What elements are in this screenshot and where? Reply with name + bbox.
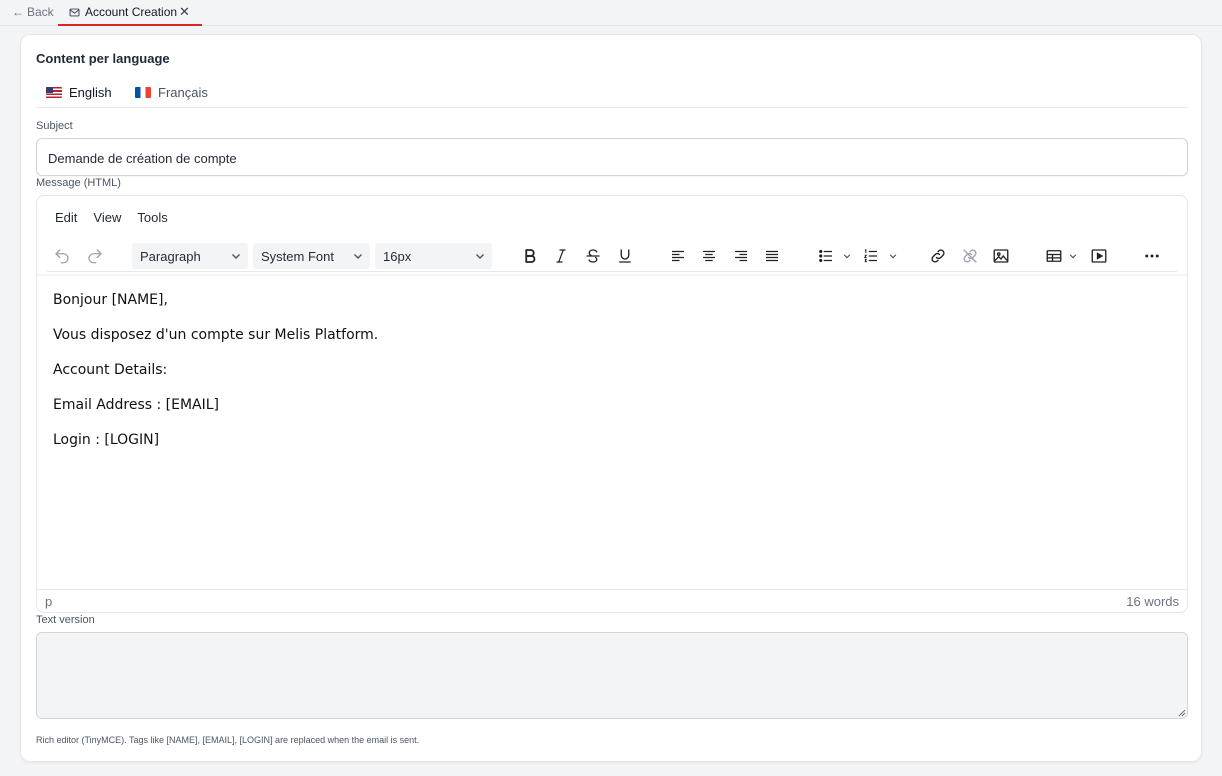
menu-edit[interactable]: Edit (55, 210, 77, 225)
align-left-icon[interactable] (667, 245, 689, 267)
link-icon[interactable] (927, 245, 949, 267)
align-right-icon[interactable] (730, 245, 752, 267)
chevron-down-icon (232, 254, 240, 259)
content-paragraph: Account Details: (53, 362, 168, 378)
font-family-value: System Font (261, 248, 334, 264)
table-icon[interactable] (1043, 245, 1065, 267)
content-paragraph: Bonjour [NAME], (53, 292, 168, 308)
language-tabs: English Français (36, 81, 1188, 108)
text-version-label: Text version (36, 614, 95, 626)
editor-statusbar: p 16 words (37, 589, 1187, 612)
align-justify-icon[interactable] (761, 245, 783, 267)
rich-text-editor: Edit View Tools Paragraph System Font 16… (36, 195, 1188, 613)
chevron-down-icon[interactable] (842, 251, 852, 261)
more-icon[interactable] (1141, 245, 1163, 267)
content-paragraph: Email Address : [EMAIL] (53, 397, 220, 413)
image-icon[interactable] (990, 245, 1012, 267)
menu-tools[interactable]: Tools (137, 210, 167, 225)
subject-label: Subject (36, 120, 73, 132)
underline-icon[interactable] (614, 245, 636, 267)
subject-input[interactable]: Demande de création de compte (36, 138, 1188, 176)
block-format-value: Paragraph (140, 248, 201, 264)
media-icon[interactable] (1088, 245, 1110, 267)
text-version-textarea[interactable] (36, 632, 1188, 719)
chevron-down-icon[interactable] (1068, 251, 1078, 261)
italic-icon[interactable] (550, 245, 572, 267)
numbered-list-icon[interactable] (860, 245, 882, 267)
message-label: Message (HTML) (36, 177, 121, 189)
section-title: Content per language (36, 51, 170, 66)
editor-content[interactable]: Bonjour [NAME], Vous disposez d'un compt… (53, 292, 378, 467)
fr-flag-icon (135, 87, 151, 98)
language-label: Français (158, 85, 208, 100)
font-size-select[interactable]: 16px (375, 243, 492, 269)
tab-english[interactable]: English (46, 85, 112, 100)
bold-icon[interactable] (519, 245, 541, 267)
language-label: English (69, 85, 112, 100)
mail-icon (69, 8, 80, 16)
tab-bar: ← Back Account Creation ✕ (0, 0, 1222, 26)
resize-handle-icon[interactable] (1178, 709, 1186, 717)
content-paragraph: Login : [LOGIN] (53, 432, 160, 448)
chevron-down-icon[interactable] (888, 251, 898, 261)
close-icon[interactable]: ✕ (179, 4, 190, 20)
align-center-icon[interactable] (698, 245, 720, 267)
back-label: Back (27, 5, 54, 19)
arrow-left-icon: ← (12, 5, 24, 19)
strikethrough-icon[interactable] (582, 245, 604, 267)
redo-icon[interactable] (84, 245, 106, 267)
tab-label: Account Creation (85, 5, 178, 19)
content-card: Content per language English Français Su… (20, 34, 1202, 762)
word-count[interactable]: 16 words (1126, 594, 1179, 609)
content-paragraph: Vous disposez d'un compte sur Melis Plat… (53, 327, 379, 343)
bullet-list-icon[interactable] (815, 245, 837, 267)
tab-francais[interactable]: Français (135, 85, 208, 100)
chevron-down-icon (476, 254, 484, 259)
editor-toolbar: Paragraph System Font 16px (47, 240, 1177, 272)
toolbar-divider (37, 274, 1187, 278)
chevron-down-icon (354, 254, 362, 259)
unlink-icon[interactable] (959, 245, 981, 267)
back-button[interactable]: ← Back (12, 5, 54, 19)
font-family-select[interactable]: System Font (253, 243, 370, 269)
element-path[interactable]: p (45, 594, 52, 609)
block-format-select[interactable]: Paragraph (132, 243, 248, 269)
tab-account-creation[interactable]: Account Creation ✕ (58, 0, 202, 26)
undo-icon[interactable] (51, 245, 73, 267)
editor-menubar: Edit View Tools (55, 210, 168, 225)
us-flag-icon (46, 87, 62, 98)
font-size-value: 16px (383, 248, 412, 264)
helper-text: Rich editor (TinyMCE). Tags like [NAME],… (36, 735, 420, 745)
menu-view[interactable]: View (93, 210, 121, 225)
